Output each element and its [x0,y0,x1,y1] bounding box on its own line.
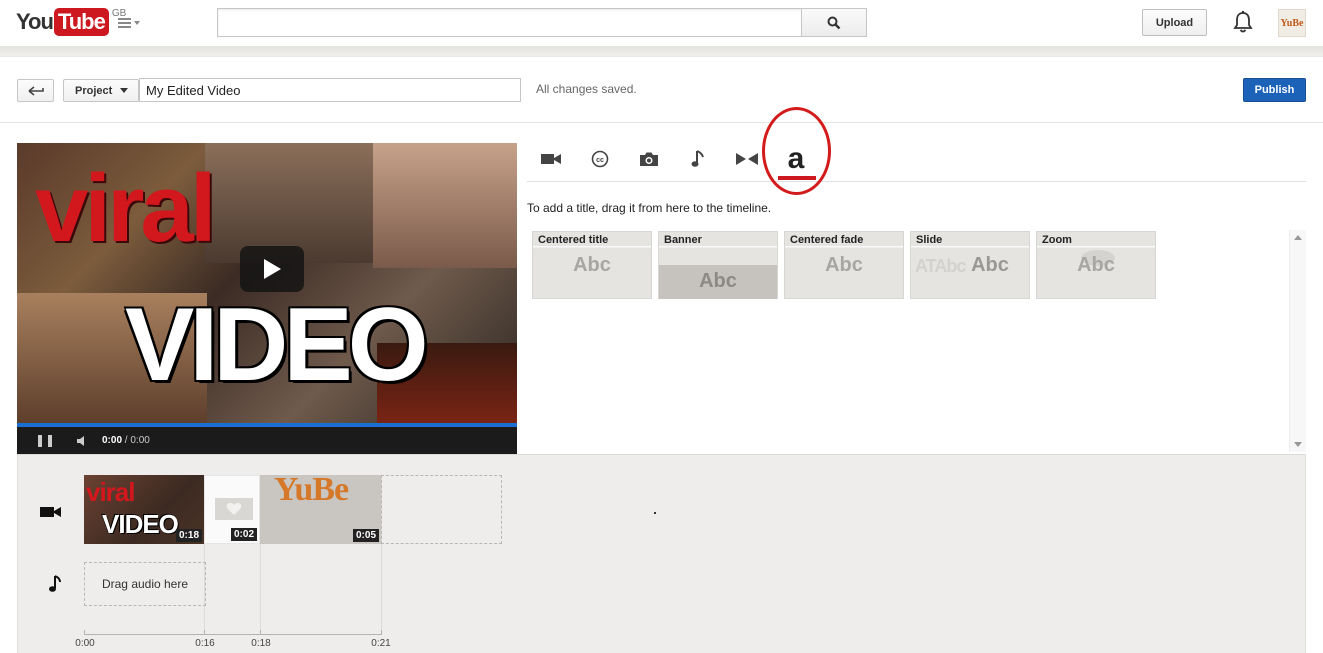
timeline-clip-transition[interactable]: 0:02 [204,475,260,544]
notifications-bell-icon[interactable] [1232,10,1254,34]
section-divider [0,122,1323,123]
timeline-clip-video[interactable]: viral VIDEO 0:18 [84,475,204,544]
time-display: 0:00 / 0:00 [102,435,150,446]
clip-thumbnail-text: viral [86,477,135,507]
ruler-tick [204,630,205,635]
ruler-label: 0:18 [251,638,271,649]
annotation-highlight-ring [762,107,831,195]
tab-transitions[interactable] [727,144,767,174]
template-name: Zoom [1042,234,1072,246]
youtube-logo[interactable]: You Tube GB [16,8,126,36]
text-instruction: To add a title, drag it from here to the… [527,201,772,215]
timeline-clip-logo[interactable]: YuBe 0:05 [260,475,381,544]
video-track-icon [40,507,61,517]
template-sample: Abc [573,254,611,276]
search-button[interactable] [801,8,867,37]
audio-drop-zone[interactable]: Drag audio here [84,562,206,606]
logo-tube-text: Tube [53,8,109,36]
current-time: 0:00 [102,435,123,446]
player-controls: 0:00 / 0:00 [17,427,517,454]
svg-text:cc: cc [596,157,604,164]
timeline-ruler[interactable] [84,634,382,635]
editor-tool-tabs: cc a [527,138,1306,182]
thumbnail-text-video: VIDEO [125,287,429,403]
template-centered-title[interactable]: Centered title Abc [532,231,652,299]
template-sample: Abc [825,254,863,276]
template-name: Centered fade [790,234,864,246]
cc-icon: cc [591,150,609,168]
logo-you-text: You [16,9,54,34]
clip-duration: 0:02 [230,528,257,541]
scroll-down-arrow-icon[interactable] [1294,442,1302,447]
masthead: You Tube GB Upload YuBe [0,0,1323,46]
guide-menu-button[interactable] [118,14,144,32]
ruler-tick [260,630,261,635]
template-name: Slide [916,234,943,246]
template-zoom[interactable]: Zoom Abc [1036,231,1156,299]
account-avatar[interactable]: YuBe [1278,9,1306,37]
tab-audio[interactable] [678,144,718,174]
chevron-down-icon [120,88,129,93]
total-time: 0:00 [130,435,150,446]
project-menu-button[interactable]: Project [63,79,139,102]
ruler-tick [381,630,382,635]
chevron-down-icon [134,21,140,25]
template-banner[interactable]: Banner Abc [658,231,778,299]
camera-icon [640,152,658,166]
template-name: Banner [664,234,702,246]
cursor-dot [654,512,656,514]
play-button[interactable] [240,246,304,292]
preview-thumbnail: viral VIDEO [17,143,517,423]
clip-logo-text: YuBe [274,475,349,508]
save-status: All changes saved. [536,82,637,96]
video-drop-zone[interactable] [381,475,502,544]
thumbnail-text-viral: viral [35,155,216,262]
template-sample: Abc [699,270,737,292]
video-preview[interactable]: viral VIDEO 0:00 / 0:00 [17,143,517,454]
search-icon [827,16,841,29]
ruler-label: 0:16 [195,638,215,649]
timeline: viral VIDEO 0:18 0:02 YuBe 0:05 Drag aud… [17,454,1306,653]
hamburger-icon [118,18,131,28]
music-note-icon [691,150,704,167]
ruler-label: 0:21 [371,638,391,649]
heart-icon [215,498,253,520]
project-label: Project [75,84,113,97]
clip-duration: 0:18 [175,529,202,542]
pause-icon[interactable] [38,434,52,447]
back-arrow-icon [28,85,44,96]
tab-photos[interactable] [629,144,669,174]
template-slide[interactable]: ATAbc Slide Abc [910,231,1030,299]
clip-duration: 0:05 [352,529,379,542]
audio-track-icon [49,575,61,592]
volume-icon[interactable] [76,435,90,447]
project-title-input[interactable] [139,78,521,102]
search-input[interactable] [217,8,802,37]
scroll-up-arrow-icon[interactable] [1294,235,1302,240]
template-sample: Abc [971,254,1009,276]
upload-button[interactable]: Upload [1142,9,1207,36]
video-camera-icon [541,154,561,164]
back-button[interactable] [17,79,54,102]
clip-thumbnail-text: VIDEO [102,509,179,539]
templates-scrollbar[interactable] [1289,230,1306,452]
tab-captions[interactable]: cc [580,144,620,174]
play-icon [264,259,281,279]
publish-button[interactable]: Publish [1243,78,1306,102]
template-sample: Abc [1077,254,1115,276]
ruler-tick [84,630,85,635]
template-name: Centered title [538,234,609,246]
tab-clips[interactable] [531,144,571,174]
ruler-label: 0:00 [75,638,95,649]
masthead-divider [0,46,1323,57]
bowtie-icon [736,153,758,165]
template-centered-fade[interactable]: Centered fade Abc [784,231,904,299]
